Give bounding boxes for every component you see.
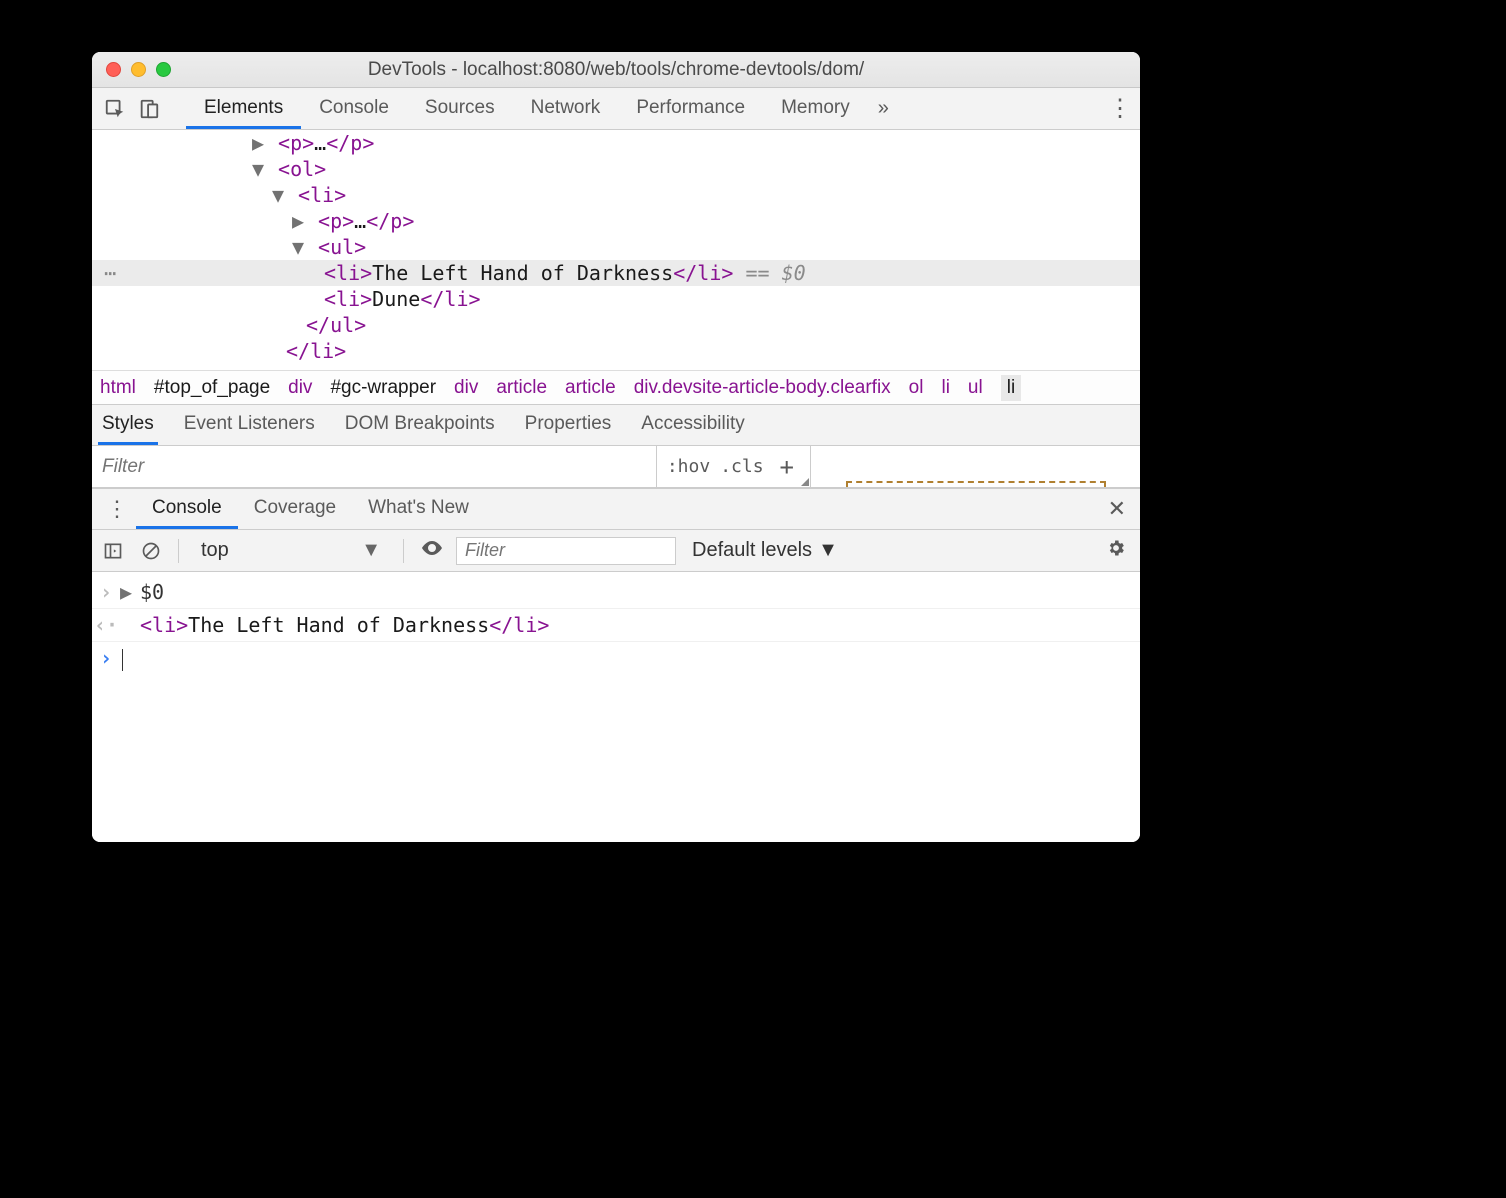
subtab-dom-breakpoints[interactable]: DOM Breakpoints [341, 405, 499, 445]
devtools-window: DevTools - localhost:8080/web/tools/chro… [92, 52, 1140, 842]
selected-line-actions-icon[interactable]: ⋯ [92, 260, 116, 286]
execution-context-select[interactable]: top ▼ [191, 539, 391, 562]
toggle-cls-button[interactable]: .cls [720, 456, 763, 477]
resize-corner-icon[interactable] [801, 478, 809, 486]
device-toolbar-icon[interactable] [132, 92, 166, 126]
console-toolbar: top ▼ Default levels ▼ [92, 530, 1140, 572]
breadcrumb-item-selected[interactable]: li [1001, 375, 1021, 401]
title-bar: DevTools - localhost:8080/web/tools/chro… [92, 52, 1140, 88]
prompt-chevron-icon: › [92, 644, 120, 672]
console-output[interactable]: › ▶ $0 ‹· <li>The Left Hand of Darkness<… [92, 572, 1140, 842]
box-model-margin [846, 481, 1106, 487]
breadcrumb-item[interactable]: div.devsite-article-body.clearfix [634, 377, 891, 399]
tab-elements[interactable]: Elements [186, 89, 301, 129]
expand-toggle-icon[interactable]: ▶ [120, 578, 140, 606]
console-row-output[interactable]: ‹· <li>The Left Hand of Darkness</li> [92, 609, 1140, 642]
context-label: top [201, 539, 229, 562]
inspect-element-icon[interactable] [98, 92, 132, 126]
new-style-rule-button[interactable]: + [774, 453, 800, 481]
drawer-tab-coverage[interactable]: Coverage [238, 489, 352, 529]
console-expression: $0 [140, 578, 1140, 606]
main-tabs: Elements Console Sources Network Perform… [186, 89, 868, 129]
breadcrumb-item[interactable]: article [496, 377, 547, 399]
drawer-menu-icon[interactable]: ⋮ [106, 496, 128, 522]
styles-toolbar: :hov .cls + [92, 446, 1140, 488]
output-chevron-icon: ‹· [92, 611, 120, 639]
console-prompt-row[interactable]: › [92, 642, 1140, 674]
subtab-properties[interactable]: Properties [521, 405, 616, 445]
chevron-down-icon: ▼ [361, 539, 381, 562]
subtab-accessibility[interactable]: Accessibility [637, 405, 748, 445]
console-row-input[interactable]: › ▶ $0 [92, 576, 1140, 609]
divider [178, 539, 179, 563]
console-sidebar-toggle-icon[interactable] [98, 536, 128, 566]
dom-node[interactable]: <li>Dune</li> [92, 286, 1140, 312]
tab-console[interactable]: Console [301, 89, 407, 129]
tab-sources[interactable]: Sources [407, 89, 513, 129]
breadcrumb-item[interactable]: #top_of_page [154, 377, 270, 399]
dom-node[interactable]: ▶ <p>…</p> [92, 130, 1140, 156]
breadcrumb-item[interactable]: div [288, 377, 312, 399]
input-chevron-icon: › [92, 578, 120, 606]
subtab-event-listeners[interactable]: Event Listeners [180, 405, 319, 445]
breadcrumb-item[interactable]: ol [909, 377, 924, 399]
more-tabs-icon[interactable]: » [878, 97, 889, 120]
styles-toggle-group: :hov .cls + [656, 446, 810, 487]
dom-node[interactable]: </ul> [92, 312, 1140, 338]
dom-node-selected[interactable]: ⋯<li>The Left Hand of Darkness</li> == $… [92, 260, 1140, 286]
box-model-preview [810, 446, 1140, 487]
clear-console-icon[interactable] [136, 536, 166, 566]
breadcrumb-item[interactable]: li [941, 377, 949, 399]
tab-performance[interactable]: Performance [618, 89, 763, 129]
dom-node[interactable]: ▶ <p>…</p> [92, 208, 1140, 234]
console-settings-icon[interactable] [1098, 538, 1134, 564]
breadcrumb-item[interactable]: ul [968, 377, 983, 399]
dom-node[interactable]: ▼ <ul> [92, 234, 1140, 260]
breadcrumb-item[interactable]: html [100, 377, 136, 399]
console-input[interactable] [120, 644, 1140, 672]
tab-network[interactable]: Network [513, 89, 619, 129]
main-toolbar: Elements Console Sources Network Perform… [92, 88, 1140, 130]
dom-node[interactable]: ▼ <ol> [92, 156, 1140, 182]
drawer-close-button[interactable]: ✕ [1100, 496, 1134, 522]
breadcrumb-item[interactable]: #gc-wrapper [330, 377, 436, 399]
live-expression-icon[interactable] [416, 536, 448, 566]
dom-node[interactable]: ▼ <li> [92, 182, 1140, 208]
breadcrumb-item[interactable]: article [565, 377, 616, 399]
styles-filter-input[interactable] [92, 446, 656, 487]
toggle-hov-button[interactable]: :hov [667, 456, 710, 477]
elements-sidebar-tabs: Styles Event Listeners DOM Breakpoints P… [92, 404, 1140, 446]
settings-menu-icon[interactable]: ⋮ [1106, 94, 1134, 123]
console-result: <li>The Left Hand of Darkness</li> [120, 611, 1140, 639]
console-filter-input[interactable] [456, 537, 676, 565]
subtab-styles[interactable]: Styles [98, 405, 158, 445]
log-levels-select[interactable]: Default levels ▼ [684, 539, 846, 562]
dom-breadcrumb: html #top_of_page div #gc-wrapper div ar… [92, 370, 1140, 404]
divider [403, 539, 404, 563]
drawer-tabs: ⋮ Console Coverage What's New ✕ [92, 488, 1140, 530]
text-cursor [122, 649, 123, 671]
breadcrumb-item[interactable]: div [454, 377, 478, 399]
chevron-down-icon: ▼ [818, 539, 838, 562]
drawer-tab-console[interactable]: Console [136, 489, 238, 529]
drawer-tab-whats-new[interactable]: What's New [352, 489, 485, 529]
dom-node[interactable]: </li> [92, 338, 1140, 364]
elements-dom-tree[interactable]: ▶ <p>…</p> ▼ <ol> ▼ <li> ▶ <p>…</p> ▼ <u… [92, 130, 1140, 370]
tab-memory[interactable]: Memory [763, 89, 868, 129]
window-title: DevTools - localhost:8080/web/tools/chro… [92, 59, 1140, 81]
